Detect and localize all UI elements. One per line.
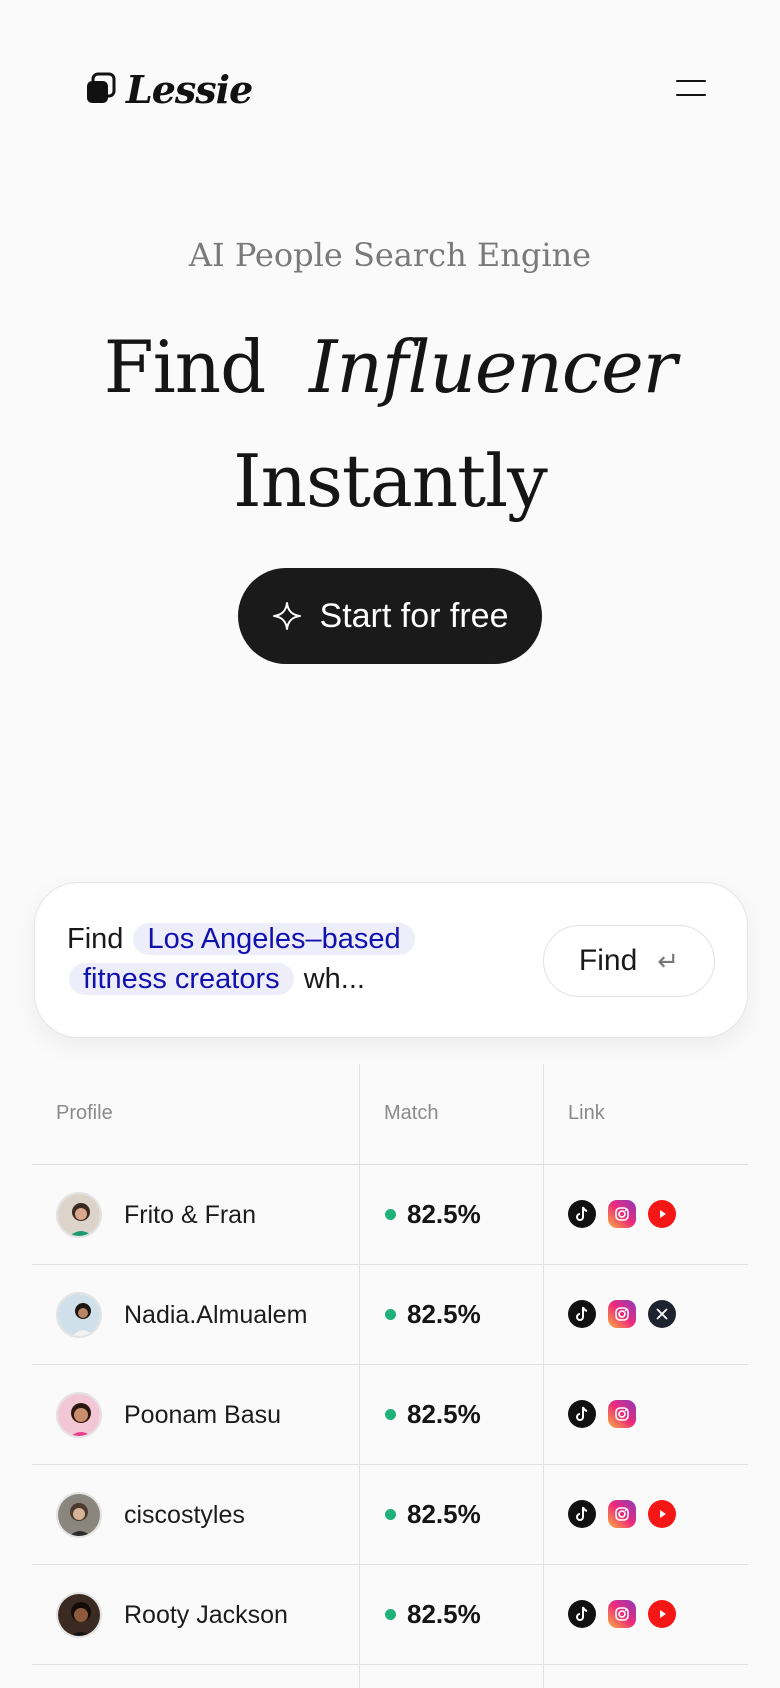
table-row[interactable]: Rooty Jackson 82.5% [32,1565,748,1665]
tiktok-icon[interactable] [568,1500,596,1528]
profile-name[interactable]: Rooty Jackson [124,1601,288,1630]
profile-name[interactable]: Poonam Basu [124,1401,281,1430]
youtube-icon[interactable] [648,1600,676,1628]
headline-part2: Instantly [233,439,548,523]
avatar [56,1192,102,1238]
column-header-profile: Profile [56,1102,113,1124]
logo-mark-icon [87,72,116,103]
instagram-icon[interactable] [608,1500,636,1528]
results-table: Profile Match Link Frito & Fran 82.5% Na… [32,1064,748,1688]
headline-highlight: Influencer [309,325,677,409]
find-button-label: Find [578,944,638,977]
profile-name[interactable]: ciscostyles [124,1501,245,1530]
query-suffix: wh... [303,963,365,995]
match-value: 82.5% [407,1299,481,1329]
instagram-icon[interactable] [608,1300,636,1328]
hero-eyebrow: AI People Search Engine [188,236,592,274]
hamburger-menu-icon[interactable] [672,72,708,102]
search-query[interactable]: Find Los Angeles–based fitness creators … [67,919,507,999]
table-header: Profile Match Link [32,1064,748,1165]
logo-text: Lessie [126,66,253,112]
table-row[interactable]: Frito & Fran 82.5% [32,1165,748,1265]
start-for-free-button[interactable]: Start for free [238,568,542,664]
match-dot [385,1409,396,1420]
table-row[interactable]: Poonam Basu 82.5% [32,1365,748,1465]
instagram-icon[interactable] [608,1400,636,1428]
match-value: 82.5% [407,1499,481,1529]
tiktok-icon[interactable] [568,1400,596,1428]
match-dot [385,1609,396,1620]
instagram-icon[interactable] [608,1200,636,1228]
avatar [56,1492,102,1538]
instagram-icon[interactable] [608,1600,636,1628]
avatar [56,1592,102,1638]
x-twitter-icon[interactable] [648,1300,676,1328]
social-links [568,1600,676,1628]
column-header-match: Match [384,1102,439,1124]
social-links [568,1200,676,1228]
sparkle-icon [272,602,301,630]
logo[interactable]: Lessie [84,66,253,112]
social-links [568,1300,676,1328]
match-dot [385,1309,396,1320]
tiktok-icon[interactable] [568,1200,596,1228]
profile-name[interactable]: Frito & Fran [124,1201,256,1230]
match-dot [385,1209,396,1220]
tiktok-icon[interactable] [568,1300,596,1328]
headline-part1: Find [103,325,266,409]
tiktok-icon[interactable] [568,1600,596,1628]
query-chip-location[interactable]: Los Angeles–based [133,923,415,955]
match-value: 82.5% [407,1399,481,1429]
match-dot [385,1509,396,1520]
youtube-icon[interactable] [648,1500,676,1528]
youtube-icon[interactable] [648,1200,676,1228]
search-card: Find Los Angeles–based fitness creators … [34,882,748,1038]
find-button[interactable]: Find ↵ [543,925,715,997]
cta-label: Start for free [319,596,509,635]
enter-icon: ↵ [657,945,680,976]
avatar [56,1392,102,1438]
social-links [568,1400,636,1428]
match-value: 82.5% [407,1199,481,1229]
avatar [56,1292,102,1338]
column-header-link: Link [568,1102,605,1124]
hero-headline: Find Influencer Instantly [0,310,780,538]
social-links [568,1500,676,1528]
table-row[interactable]: Nadia.Almualem 82.5% [32,1265,748,1365]
table-row[interactable]: ciscostyles 82.5% [32,1465,748,1565]
match-value: 82.5% [407,1599,481,1629]
profile-name[interactable]: Nadia.Almualem [124,1301,307,1330]
query-prefix: Find [67,923,124,955]
query-chip-category[interactable]: fitness creators [69,963,294,995]
site-header: Lessie [0,0,780,170]
